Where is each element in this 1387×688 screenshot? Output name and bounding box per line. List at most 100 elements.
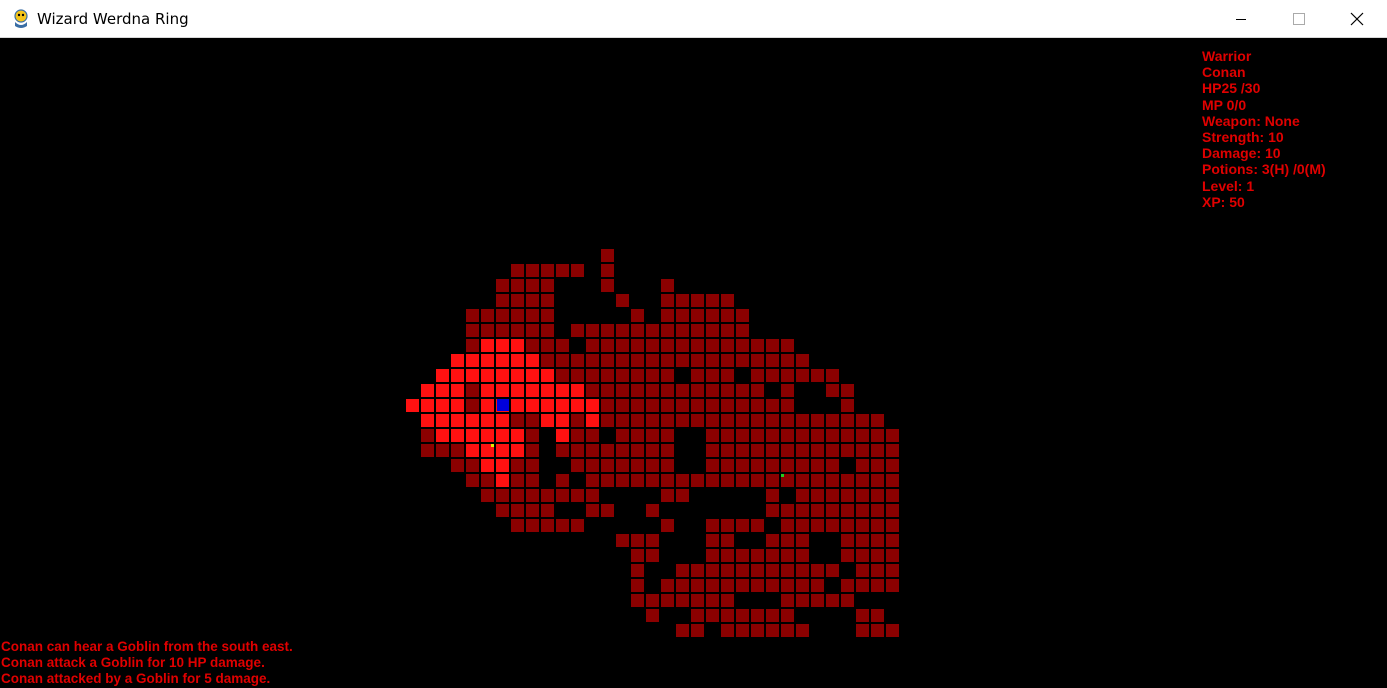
lit-floor-tile xyxy=(585,398,600,413)
explored-floor-tile xyxy=(870,563,885,578)
lit-floor-tile xyxy=(435,383,450,398)
explored-floor-tile xyxy=(795,368,810,383)
explored-floor-tile xyxy=(510,518,525,533)
explored-floor-tile xyxy=(615,368,630,383)
explored-floor-tile xyxy=(870,443,885,458)
explored-floor-tile xyxy=(450,443,465,458)
lit-floor-tile xyxy=(465,428,480,443)
explored-floor-tile xyxy=(795,413,810,428)
close-button[interactable] xyxy=(1334,0,1380,38)
explored-floor-tile xyxy=(720,353,735,368)
explored-floor-tile xyxy=(750,578,765,593)
explored-floor-tile xyxy=(540,263,555,278)
explored-floor-tile xyxy=(780,413,795,428)
explored-floor-tile xyxy=(570,368,585,383)
explored-floor-tile xyxy=(750,518,765,533)
item-marker-green xyxy=(781,474,784,477)
message-log: Conan can hear a Goblin from the south e… xyxy=(1,639,293,688)
explored-floor-tile xyxy=(675,308,690,323)
lit-floor-tile xyxy=(480,353,495,368)
explored-floor-tile xyxy=(510,488,525,503)
explored-floor-tile xyxy=(795,578,810,593)
explored-floor-tile xyxy=(780,533,795,548)
explored-floor-tile xyxy=(585,368,600,383)
stat-weapon: Weapon: None xyxy=(1202,112,1300,129)
explored-floor-tile xyxy=(840,593,855,608)
explored-floor-tile xyxy=(720,563,735,578)
explored-floor-tile xyxy=(645,338,660,353)
explored-floor-tile xyxy=(600,398,615,413)
explored-floor-tile xyxy=(750,413,765,428)
explored-floor-tile xyxy=(675,353,690,368)
explored-floor-tile xyxy=(630,578,645,593)
explored-floor-tile xyxy=(660,398,675,413)
explored-floor-tile xyxy=(525,413,540,428)
explored-floor-tile xyxy=(585,473,600,488)
explored-floor-tile xyxy=(525,428,540,443)
explored-floor-tile xyxy=(705,413,720,428)
explored-floor-tile xyxy=(480,488,495,503)
window-title: Wizard Werdna Ring xyxy=(37,10,189,28)
explored-floor-tile xyxy=(735,383,750,398)
lit-floor-tile xyxy=(435,413,450,428)
explored-floor-tile xyxy=(615,473,630,488)
explored-floor-tile xyxy=(690,323,705,338)
explored-floor-tile xyxy=(795,353,810,368)
explored-floor-tile xyxy=(495,503,510,518)
stat-hp: HP25 /30 xyxy=(1202,80,1261,97)
stat-strength: Strength: 10 xyxy=(1202,129,1284,146)
explored-floor-tile xyxy=(465,338,480,353)
explored-floor-tile xyxy=(840,383,855,398)
explored-floor-tile xyxy=(555,488,570,503)
explored-floor-tile xyxy=(570,458,585,473)
explored-floor-tile xyxy=(450,458,465,473)
explored-floor-tile xyxy=(780,608,795,623)
explored-floor-tile xyxy=(750,338,765,353)
explored-floor-tile xyxy=(660,293,675,308)
explored-floor-tile xyxy=(540,278,555,293)
explored-floor-tile xyxy=(630,563,645,578)
explored-floor-tile xyxy=(735,443,750,458)
explored-floor-tile xyxy=(660,488,675,503)
explored-floor-tile xyxy=(585,353,600,368)
explored-floor-tile xyxy=(585,428,600,443)
explored-floor-tile xyxy=(645,458,660,473)
minimize-button[interactable] xyxy=(1218,0,1264,38)
explored-floor-tile xyxy=(465,383,480,398)
explored-floor-tile xyxy=(750,563,765,578)
lit-floor-tile xyxy=(435,368,450,383)
maximize-button[interactable] xyxy=(1276,0,1322,38)
explored-floor-tile xyxy=(720,623,735,638)
lit-floor-tile xyxy=(555,383,570,398)
explored-floor-tile xyxy=(630,428,645,443)
explored-floor-tile xyxy=(690,593,705,608)
explored-floor-tile xyxy=(510,503,525,518)
game-viewport[interactable]: Warrior Conan HP25 /30 MP 0/0 Weapon: No… xyxy=(0,38,1387,687)
explored-floor-tile xyxy=(480,473,495,488)
lit-floor-tile xyxy=(480,413,495,428)
explored-floor-tile xyxy=(750,473,765,488)
explored-floor-tile xyxy=(600,473,615,488)
stat-level: Level: 1 xyxy=(1202,177,1255,194)
explored-floor-tile xyxy=(705,398,720,413)
explored-floor-tile xyxy=(555,443,570,458)
explored-floor-tile xyxy=(510,263,525,278)
explored-floor-tile xyxy=(810,443,825,458)
explored-floor-tile xyxy=(825,458,840,473)
maximize-icon xyxy=(1293,13,1305,25)
explored-floor-tile xyxy=(465,398,480,413)
explored-floor-tile xyxy=(735,548,750,563)
explored-floor-tile xyxy=(630,473,645,488)
lit-floor-tile xyxy=(480,398,495,413)
explored-floor-tile xyxy=(750,428,765,443)
lit-floor-tile xyxy=(525,353,540,368)
explored-floor-tile xyxy=(870,518,885,533)
message-line: Conan attack a Goblin for 10 HP damage. xyxy=(1,655,265,671)
explored-floor-tile xyxy=(735,473,750,488)
explored-floor-tile xyxy=(630,593,645,608)
explored-floor-tile xyxy=(465,473,480,488)
close-icon xyxy=(1350,12,1364,26)
explored-floor-tile xyxy=(525,488,540,503)
lit-floor-tile xyxy=(465,413,480,428)
explored-floor-tile xyxy=(825,518,840,533)
